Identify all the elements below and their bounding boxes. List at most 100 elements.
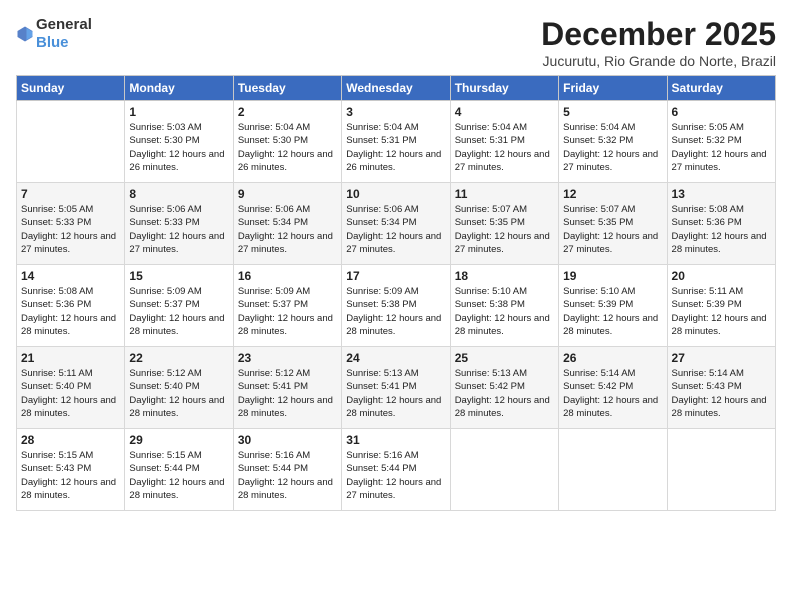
calendar-cell: 10 Sunrise: 5:06 AM Sunset: 5:34 PM Dayli… bbox=[342, 183, 450, 265]
day-info: Sunrise: 5:08 AM Sunset: 5:36 PM Dayligh… bbox=[672, 203, 771, 256]
day-number: 29 bbox=[129, 433, 228, 447]
calendar-cell: 4Sunrise: 5:04 AM Sunset: 5:31 PM Daylig… bbox=[450, 101, 558, 183]
day-number: 9 bbox=[238, 187, 337, 201]
day-info: Sunrise: 5:13 AM Sunset: 5:42 PM Dayligh… bbox=[455, 367, 554, 420]
day-info: Sunrise: 5:06 AM Sunset: 5:34 PM Dayligh… bbox=[238, 203, 337, 256]
day-number: 24 bbox=[346, 351, 445, 365]
calendar-cell: 24Sunrise: 5:13 AM Sunset: 5:41 PM Dayli… bbox=[342, 347, 450, 429]
day-header-tuesday: Tuesday bbox=[233, 76, 341, 101]
day-info: Sunrise: 5:04 AM Sunset: 5:31 PM Dayligh… bbox=[455, 121, 554, 174]
day-number: 2 bbox=[238, 105, 337, 119]
day-info: Sunrise: 5:15 AM Sunset: 5:43 PM Dayligh… bbox=[21, 449, 120, 502]
day-number: 6 bbox=[672, 105, 771, 119]
calendar-cell: 26 Sunrise: 5:14 AM Sunset: 5:42 PM Dayli… bbox=[559, 347, 667, 429]
day-number: 3 bbox=[346, 105, 445, 119]
calendar-cell: 16 Sunrise: 5:09 AM Sunset: 5:37 PM Dayli… bbox=[233, 265, 341, 347]
day-number: 26 bbox=[563, 351, 662, 365]
location-title: Jucurutu, Rio Grande do Norte, Brazil bbox=[541, 53, 776, 69]
calendar-cell: 12 Sunrise: 5:07 AM Sunset: 5:35 PM Dayli… bbox=[559, 183, 667, 265]
title-block: December 2025 Jucurutu, Rio Grande do No… bbox=[541, 16, 776, 69]
calendar-cell: 20Sunrise: 5:11 AM Sunset: 5:39 PM Dayli… bbox=[667, 265, 775, 347]
day-header-saturday: Saturday bbox=[667, 76, 775, 101]
day-number: 20 bbox=[672, 269, 771, 283]
day-number: 22 bbox=[129, 351, 228, 365]
calendar-cell bbox=[667, 429, 775, 511]
logo-blue: Blue bbox=[36, 34, 69, 51]
day-header-sunday: Sunday bbox=[17, 76, 125, 101]
day-number: 10 bbox=[346, 187, 445, 201]
day-number: 17 bbox=[346, 269, 445, 283]
calendar-cell: 14Sunrise: 5:08 AM Sunset: 5:36 PM Dayli… bbox=[17, 265, 125, 347]
day-info: Sunrise: 5:04 AM Sunset: 5:31 PM Dayligh… bbox=[346, 121, 445, 174]
day-number: 8 bbox=[129, 187, 228, 201]
day-info: Sunrise: 5:15 AM Sunset: 5:44 PM Dayligh… bbox=[129, 449, 228, 502]
day-number: 25 bbox=[455, 351, 554, 365]
calendar-cell: 9 Sunrise: 5:06 AM Sunset: 5:34 PM Daylig… bbox=[233, 183, 341, 265]
calendar-cell: 2 Sunrise: 5:04 AM Sunset: 5:30 PM Daylig… bbox=[233, 101, 341, 183]
day-info: Sunrise: 5:10 AM Sunset: 5:39 PM Dayligh… bbox=[563, 285, 662, 338]
day-number: 19 bbox=[563, 269, 662, 283]
month-title: December 2025 bbox=[541, 16, 776, 53]
day-header-monday: Monday bbox=[125, 76, 233, 101]
calendar-week-row: 21Sunrise: 5:11 AM Sunset: 5:40 PM Dayli… bbox=[17, 347, 776, 429]
calendar-week-row: 1Sunrise: 5:03 AM Sunset: 5:30 PM Daylig… bbox=[17, 101, 776, 183]
logo: General Blue bbox=[16, 16, 92, 52]
logo-icon bbox=[16, 25, 34, 43]
calendar-cell bbox=[450, 429, 558, 511]
calendar-cell bbox=[17, 101, 125, 183]
calendar-cell: 28 Sunrise: 5:15 AM Sunset: 5:43 PM Dayli… bbox=[17, 429, 125, 511]
day-number: 18 bbox=[455, 269, 554, 283]
day-number: 7 bbox=[21, 187, 120, 201]
day-info: Sunrise: 5:05 AM Sunset: 5:33 PM Dayligh… bbox=[21, 203, 120, 256]
day-number: 15 bbox=[129, 269, 228, 283]
calendar-cell: 23 Sunrise: 5:12 AM Sunset: 5:41 PM Dayli… bbox=[233, 347, 341, 429]
calendar-cell: 21Sunrise: 5:11 AM Sunset: 5:40 PM Dayli… bbox=[17, 347, 125, 429]
calendar-cell bbox=[559, 429, 667, 511]
calendar-cell: 29 Sunrise: 5:15 AM Sunset: 5:44 PM Dayli… bbox=[125, 429, 233, 511]
day-info: Sunrise: 5:04 AM Sunset: 5:32 PM Dayligh… bbox=[563, 121, 662, 174]
day-info: Sunrise: 5:14 AM Sunset: 5:43 PM Dayligh… bbox=[672, 367, 771, 420]
calendar-header: SundayMondayTuesdayWednesdayThursdayFrid… bbox=[17, 76, 776, 101]
day-info: Sunrise: 5:16 AM Sunset: 5:44 PM Dayligh… bbox=[346, 449, 445, 502]
day-number: 12 bbox=[563, 187, 662, 201]
day-header-wednesday: Wednesday bbox=[342, 76, 450, 101]
calendar-cell: 15 Sunrise: 5:09 AM Sunset: 5:37 PM Dayli… bbox=[125, 265, 233, 347]
days-header-row: SundayMondayTuesdayWednesdayThursdayFrid… bbox=[17, 76, 776, 101]
calendar-cell: 13 Sunrise: 5:08 AM Sunset: 5:36 PM Dayli… bbox=[667, 183, 775, 265]
day-header-thursday: Thursday bbox=[450, 76, 558, 101]
day-info: Sunrise: 5:14 AM Sunset: 5:42 PM Dayligh… bbox=[563, 367, 662, 420]
day-info: Sunrise: 5:06 AM Sunset: 5:34 PM Dayligh… bbox=[346, 203, 445, 256]
day-number: 14 bbox=[21, 269, 120, 283]
day-number: 1 bbox=[129, 105, 228, 119]
calendar-cell: 31Sunrise: 5:16 AM Sunset: 5:44 PM Dayli… bbox=[342, 429, 450, 511]
day-info: Sunrise: 5:09 AM Sunset: 5:37 PM Dayligh… bbox=[129, 285, 228, 338]
calendar-cell: 5Sunrise: 5:04 AM Sunset: 5:32 PM Daylig… bbox=[559, 101, 667, 183]
calendar-cell: 7 Sunrise: 5:05 AM Sunset: 5:33 PM Daylig… bbox=[17, 183, 125, 265]
day-info: Sunrise: 5:07 AM Sunset: 5:35 PM Dayligh… bbox=[455, 203, 554, 256]
day-info: Sunrise: 5:12 AM Sunset: 5:41 PM Dayligh… bbox=[238, 367, 337, 420]
day-info: Sunrise: 5:06 AM Sunset: 5:33 PM Dayligh… bbox=[129, 203, 228, 256]
day-number: 27 bbox=[672, 351, 771, 365]
day-info: Sunrise: 5:04 AM Sunset: 5:30 PM Dayligh… bbox=[238, 121, 337, 174]
day-info: Sunrise: 5:09 AM Sunset: 5:38 PM Dayligh… bbox=[346, 285, 445, 338]
page-header: General Blue December 2025 Jucurutu, Rio… bbox=[16, 16, 776, 69]
day-info: Sunrise: 5:09 AM Sunset: 5:37 PM Dayligh… bbox=[238, 285, 337, 338]
calendar-cell: 22Sunrise: 5:12 AM Sunset: 5:40 PM Dayli… bbox=[125, 347, 233, 429]
day-number: 28 bbox=[21, 433, 120, 447]
day-number: 23 bbox=[238, 351, 337, 365]
calendar-body: 1Sunrise: 5:03 AM Sunset: 5:30 PM Daylig… bbox=[17, 101, 776, 511]
calendar-week-row: 28 Sunrise: 5:15 AM Sunset: 5:43 PM Dayli… bbox=[17, 429, 776, 511]
calendar-cell: 25 Sunrise: 5:13 AM Sunset: 5:42 PM Dayli… bbox=[450, 347, 558, 429]
day-header-friday: Friday bbox=[559, 76, 667, 101]
calendar-cell: 30Sunrise: 5:16 AM Sunset: 5:44 PM Dayli… bbox=[233, 429, 341, 511]
calendar-cell: 17 Sunrise: 5:09 AM Sunset: 5:38 PM Dayli… bbox=[342, 265, 450, 347]
logo-text: General Blue bbox=[36, 16, 92, 52]
day-info: Sunrise: 5:07 AM Sunset: 5:35 PM Dayligh… bbox=[563, 203, 662, 256]
calendar-cell: 6 Sunrise: 5:05 AM Sunset: 5:32 PM Daylig… bbox=[667, 101, 775, 183]
day-number: 30 bbox=[238, 433, 337, 447]
day-number: 16 bbox=[238, 269, 337, 283]
day-info: Sunrise: 5:05 AM Sunset: 5:32 PM Dayligh… bbox=[672, 121, 771, 174]
calendar-cell: 1Sunrise: 5:03 AM Sunset: 5:30 PM Daylig… bbox=[125, 101, 233, 183]
calendar-week-row: 14Sunrise: 5:08 AM Sunset: 5:36 PM Dayli… bbox=[17, 265, 776, 347]
day-number: 13 bbox=[672, 187, 771, 201]
